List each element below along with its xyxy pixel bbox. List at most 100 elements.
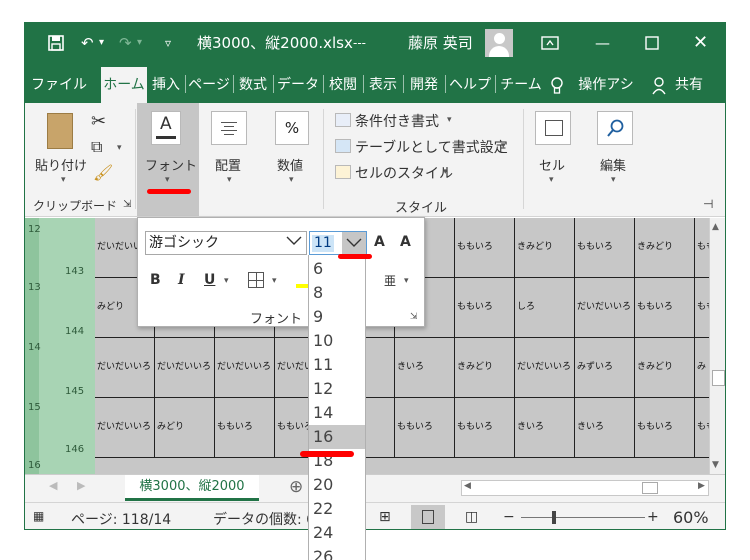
percent-icon[interactable]: % — [275, 111, 309, 145]
prev-sheet-icon[interactable]: ◀ — [49, 479, 57, 492]
add-sheet-icon[interactable]: ⊕ — [289, 477, 303, 497]
font-size-field[interactable]: 11 — [309, 231, 367, 255]
grid-cell[interactable]: しろ — [515, 278, 575, 338]
border-dropdown-icon[interactable]: ▾ — [272, 276, 277, 286]
font-size-option[interactable]: 26 — [309, 545, 365, 560]
horizontal-scrollbar[interactable]: ◀ ▶ — [461, 480, 709, 496]
cells-dropdown-icon[interactable]: ▾ — [549, 175, 554, 185]
phonetic-dropdown-icon[interactable]: ▾ — [404, 276, 409, 286]
cells-icon[interactable] — [535, 111, 571, 145]
tab-share[interactable]: 共有 — [669, 67, 709, 103]
format-painter-icon[interactable]: 🖌 — [93, 163, 113, 182]
grid-cell[interactable]: ももいろ — [395, 398, 455, 458]
underline-dropdown-icon[interactable]: ▾ — [224, 276, 229, 286]
grid-cell[interactable]: だいだいいろ — [575, 278, 635, 338]
zoom-out-button[interactable]: − — [503, 509, 515, 525]
phonetic-icon[interactable]: 亜 — [384, 272, 396, 289]
align-button[interactable]: 配置 — [215, 155, 241, 174]
align-dropdown-icon[interactable]: ▾ — [227, 175, 232, 185]
grid-cell[interactable]: ももいろ — [635, 278, 695, 338]
scroll-thumb[interactable] — [712, 370, 725, 386]
grid-cell[interactable]: だいだいいろ — [515, 338, 575, 398]
shrink-font-button[interactable]: A — [400, 234, 411, 250]
font-name-dropdown-icon[interactable] — [286, 236, 302, 249]
cond-format-button[interactable]: 条件付き書式 — [355, 111, 439, 131]
cell-style-dropdown-icon[interactable]: ▾ — [443, 167, 448, 177]
save-icon[interactable] — [47, 23, 65, 67]
normal-view-icon[interactable]: ⊞ — [379, 509, 391, 525]
avatar[interactable] — [485, 29, 513, 57]
next-sheet-icon[interactable]: ▶ — [77, 479, 85, 492]
edit-dropdown-icon[interactable]: ▾ — [611, 175, 616, 185]
undo-icon[interactable]: ↶ — [81, 23, 94, 63]
grid-cell[interactable]: みずいろ — [575, 338, 635, 398]
tab-home[interactable]: ホーム — [101, 67, 147, 103]
redo-icon[interactable]: ↷ — [119, 23, 132, 63]
tab-page[interactable]: ページ — [187, 67, 231, 103]
grid-cell[interactable]: きみどり — [635, 338, 695, 398]
grid-cell[interactable]: ももいろ — [455, 278, 515, 338]
grid-cell[interactable]: きみどり — [455, 338, 515, 398]
ribbon-display-icon[interactable] — [541, 23, 559, 65]
bold-button[interactable]: B — [150, 272, 161, 288]
zoom-level[interactable]: 60% — [673, 508, 709, 527]
tab-developer[interactable]: 開発 — [405, 67, 443, 103]
grid-cell[interactable]: きみどり — [515, 218, 575, 278]
vertical-scrollbar[interactable]: ▲ ▼ — [709, 218, 725, 474]
tab-help[interactable]: ヘルプ — [447, 67, 493, 103]
paste-button[interactable]: 貼り付け — [35, 155, 87, 174]
tab-data[interactable]: データ — [275, 67, 321, 103]
paste-dropdown-icon[interactable]: ▾ — [61, 175, 66, 185]
tab-formulas[interactable]: 数式 — [235, 67, 271, 103]
edit-button[interactable]: 編集 — [600, 155, 626, 174]
grid-cell[interactable]: きいろ — [395, 338, 455, 398]
share-person-icon[interactable] — [651, 67, 667, 103]
grid-cell[interactable]: ももいろ — [575, 218, 635, 278]
font-size-option[interactable]: 20 — [309, 473, 365, 497]
tab-file[interactable]: ファイル — [31, 67, 87, 103]
customize-toolbar-icon[interactable]: ▿ — [165, 23, 171, 63]
font-size-option[interactable]: 6 — [309, 257, 365, 281]
grow-font-button[interactable]: A — [374, 234, 385, 250]
grid-cell[interactable]: だいだいいろ — [95, 338, 155, 398]
table-format-button[interactable]: テーブルとして書式設定 — [355, 137, 508, 157]
pin-ribbon-icon[interactable]: ⊣ — [703, 197, 713, 211]
cell-style-button[interactable]: セルのスタイル — [355, 163, 453, 183]
maximize-icon[interactable] — [645, 23, 659, 65]
copy-icon[interactable]: ⧉ — [91, 137, 102, 157]
scroll-down-icon[interactable]: ▼ — [712, 460, 719, 470]
h-scroll-thumb[interactable] — [642, 482, 658, 494]
cut-icon[interactable]: ✂ — [91, 111, 106, 132]
grid-cell[interactable]: だいだいいろ — [155, 338, 215, 398]
copy-dropdown-icon[interactable]: ▾ — [117, 143, 122, 153]
underline-button[interactable]: U — [204, 272, 215, 288]
font-size-dropdown-icon[interactable] — [342, 232, 366, 254]
clipboard-launcher-icon[interactable]: ⇲ — [123, 199, 131, 210]
font-size-option[interactable]: 8 — [309, 281, 365, 305]
zoom-in-button[interactable]: + — [647, 509, 659, 525]
grid-cell[interactable]: きいろ — [515, 398, 575, 458]
grid-cell[interactable]: ももいろ — [455, 218, 515, 278]
undo-dropdown-icon[interactable]: ▾ — [99, 23, 104, 63]
paste-icon[interactable] — [47, 113, 73, 149]
number-dropdown-icon[interactable]: ▾ — [289, 175, 294, 185]
page-break-view-icon[interactable]: ◫ — [465, 509, 478, 525]
cells-button[interactable]: セル — [539, 155, 565, 174]
font-name-field[interactable]: 游ゴシック — [145, 231, 307, 255]
tab-team[interactable]: チーム — [497, 67, 545, 103]
grid-cell[interactable]: ももいろ — [635, 398, 695, 458]
close-icon[interactable]: ✕ — [693, 23, 708, 63]
scroll-up-icon[interactable]: ▲ — [712, 222, 719, 232]
sheet-tab[interactable]: 横3000、縦2000 — [125, 475, 259, 501]
cond-format-dropdown-icon[interactable]: ▾ — [447, 115, 452, 125]
tab-review[interactable]: 校閲 — [325, 67, 361, 103]
italic-button[interactable]: I — [178, 272, 185, 288]
grid-cell[interactable]: だいだいいろ — [215, 338, 275, 398]
zoom-slider[interactable] — [521, 517, 645, 518]
page-layout-view-icon[interactable] — [411, 505, 445, 529]
search-icon[interactable] — [597, 111, 633, 145]
grid-cell[interactable]: ももいろ — [215, 398, 275, 458]
table-format-dropdown-icon[interactable]: ▾ — [501, 141, 506, 151]
font-size-option[interactable]: 22 — [309, 497, 365, 521]
grid-cell[interactable]: だいだいいろ — [95, 398, 155, 458]
